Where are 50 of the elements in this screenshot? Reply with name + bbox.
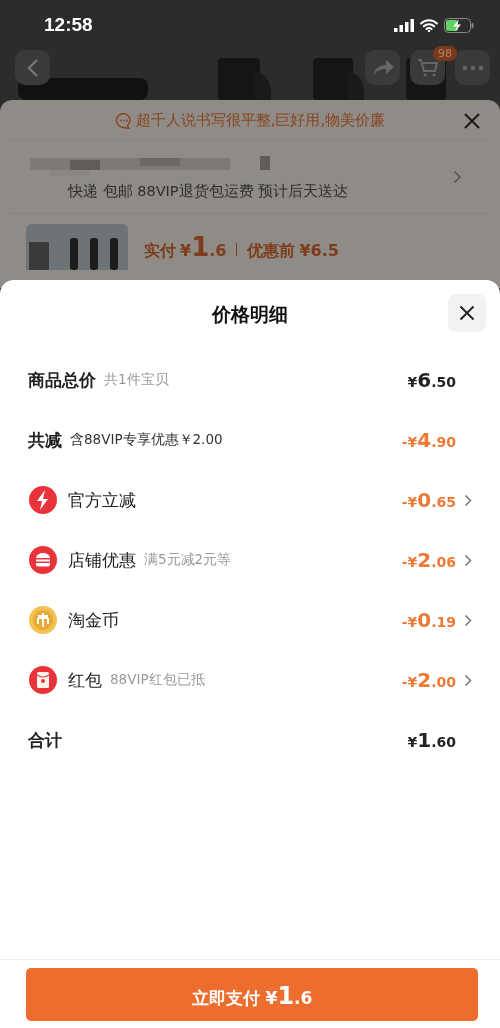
row-amount: -¥0.19 (401, 608, 456, 632)
paid-label: 实付 (144, 241, 176, 262)
status-time: 12:58 (44, 14, 93, 36)
chevron-right-icon[interactable] (464, 553, 472, 567)
row-label: 官方立减 (68, 488, 136, 512)
cart-icon (416, 57, 439, 78)
pay-now-button[interactable]: 立即支付 ¥1.6 (26, 968, 478, 1021)
sheet-title: 价格明细 (212, 302, 288, 327)
lightning-icon (28, 485, 58, 515)
row-amount: -¥2.00 (401, 668, 456, 692)
chevron-right-icon[interactable] (464, 673, 472, 687)
row-note: 含88VIP专享优惠￥2.00 (70, 431, 223, 449)
row-note: 满5元减2元等 (144, 551, 232, 569)
row-label: 淘金币 (68, 608, 119, 632)
paid-price: ¥1.6 (180, 232, 227, 262)
signal-icon (394, 18, 414, 32)
row-amount: -¥2.06 (401, 548, 456, 572)
coin-icon (28, 605, 58, 635)
store-icon (28, 545, 58, 575)
back-button[interactable] (15, 50, 50, 85)
row-amount: -¥0.65 (401, 488, 456, 512)
row-amount: ¥6.50 (407, 368, 456, 392)
row-label: 店铺优惠 (68, 548, 136, 572)
row-amount: ¥1.60 (407, 728, 456, 752)
wifi-icon (420, 18, 438, 32)
more-icon (461, 64, 484, 71)
close-icon (463, 112, 481, 130)
more-button[interactable] (455, 50, 490, 85)
chevron-right-icon[interactable] (464, 493, 472, 507)
row-label: 商品总价 (28, 368, 96, 392)
review-snippet: 超千人说书写很平整,巨好用,物美价廉 (135, 110, 386, 130)
row-amount: -¥4.90 (401, 428, 456, 452)
cart-badge: 98 (433, 46, 457, 61)
row-label: 共减 (28, 428, 62, 452)
row-label: 红包 (68, 668, 102, 692)
original-price: ¥6.5 (299, 241, 339, 260)
share-button[interactable] (365, 50, 400, 85)
back-icon (25, 57, 40, 78)
original-price-label: 优惠前 (247, 241, 296, 262)
row-note: 88VIP红包已抵 (110, 671, 205, 689)
shipping-info: 快递 包邮 88VIP退货包运费 预计后天送达 (66, 181, 350, 201)
envelope-icon (28, 665, 58, 695)
chevron-right-icon (453, 170, 462, 184)
row-note: 共1件宝贝 (104, 371, 169, 389)
battery-charging-icon (444, 17, 474, 33)
row-label: 合计 (28, 728, 62, 752)
close-icon (459, 305, 475, 321)
chat-bubble-icon (114, 111, 133, 129)
close-button[interactable] (448, 294, 486, 332)
chevron-right-icon[interactable] (464, 613, 472, 627)
